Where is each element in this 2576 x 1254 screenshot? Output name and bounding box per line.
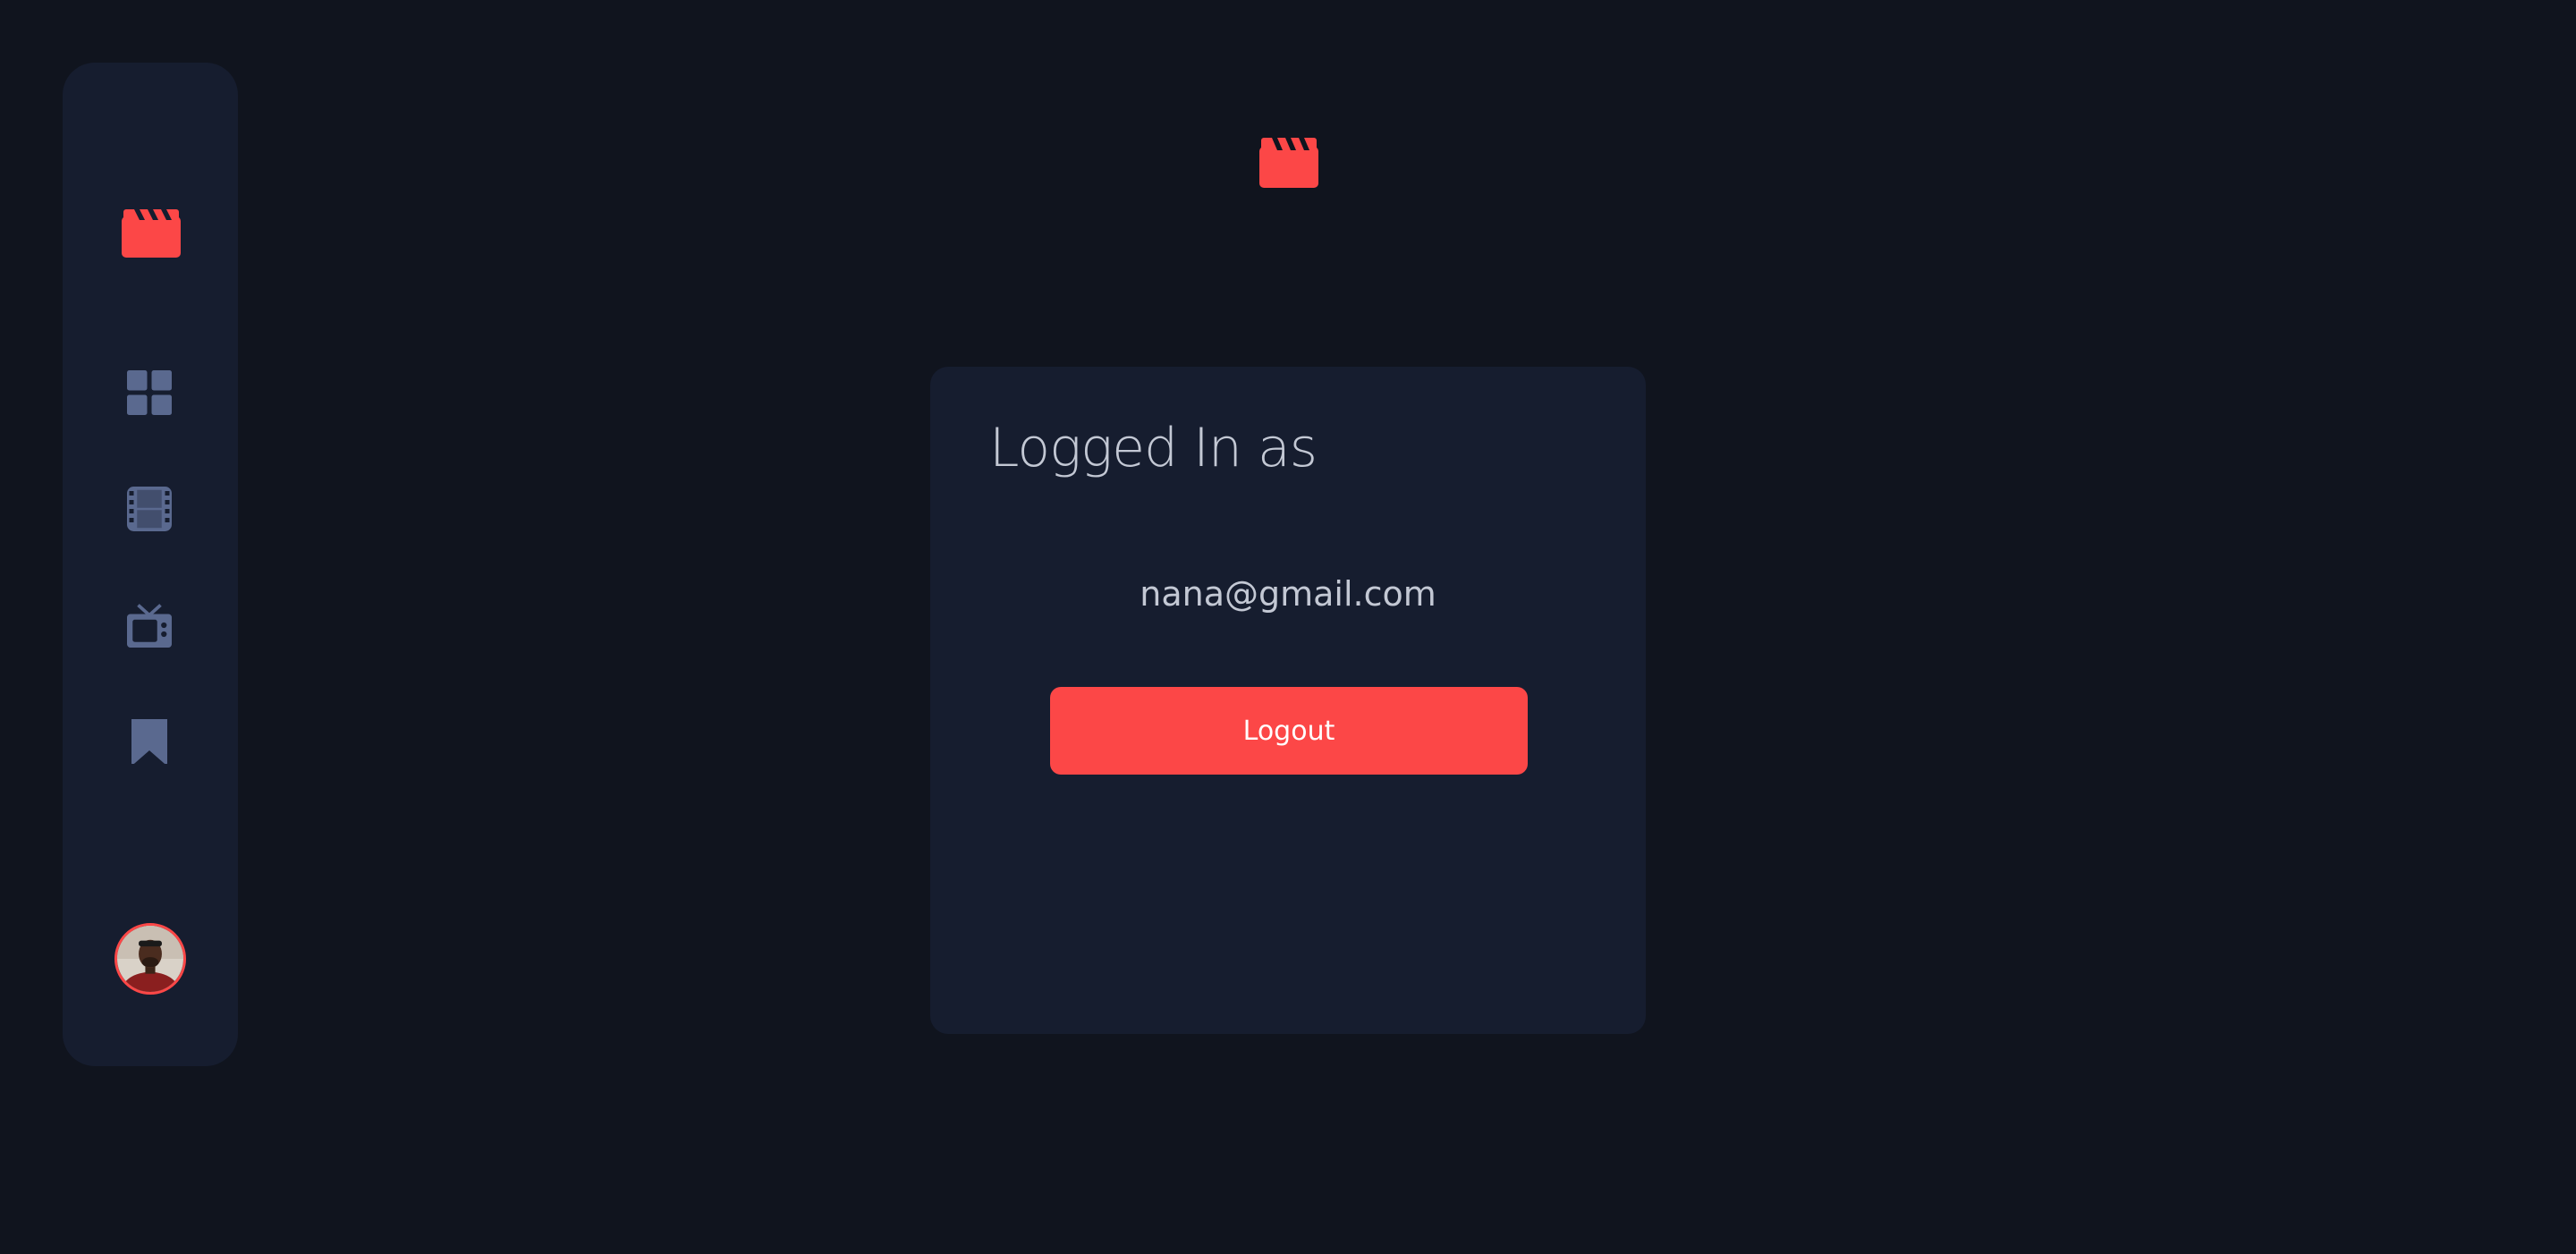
sidebar-item-movies[interactable] bbox=[127, 487, 172, 531]
bookmark-icon bbox=[131, 719, 167, 764]
account-card: Logged In as nana@gmail.com Logout bbox=[930, 367, 1646, 1034]
app-page: Logged In as nana@gmail.com Logout bbox=[0, 0, 2576, 1254]
user-avatar-image bbox=[117, 926, 183, 992]
clapperboard-icon bbox=[122, 209, 181, 258]
sidebar-item-tv-series[interactable] bbox=[127, 603, 172, 648]
movies-film-icon bbox=[127, 487, 172, 531]
header-logo[interactable] bbox=[1259, 138, 1318, 188]
sidebar-item-home[interactable] bbox=[127, 370, 172, 415]
app-logo[interactable] bbox=[122, 145, 181, 258]
home-grid-icon bbox=[127, 370, 172, 415]
avatar[interactable] bbox=[114, 923, 186, 995]
user-email: nana@gmail.com bbox=[1140, 574, 1436, 614]
logout-button[interactable]: Logout bbox=[1050, 687, 1528, 775]
clapperboard-icon bbox=[1259, 138, 1318, 188]
sidebar bbox=[63, 63, 238, 1066]
page-title: Logged In as bbox=[989, 417, 1318, 479]
tv-series-icon bbox=[127, 604, 172, 648]
sidebar-item-bookmarks[interactable] bbox=[127, 719, 172, 764]
